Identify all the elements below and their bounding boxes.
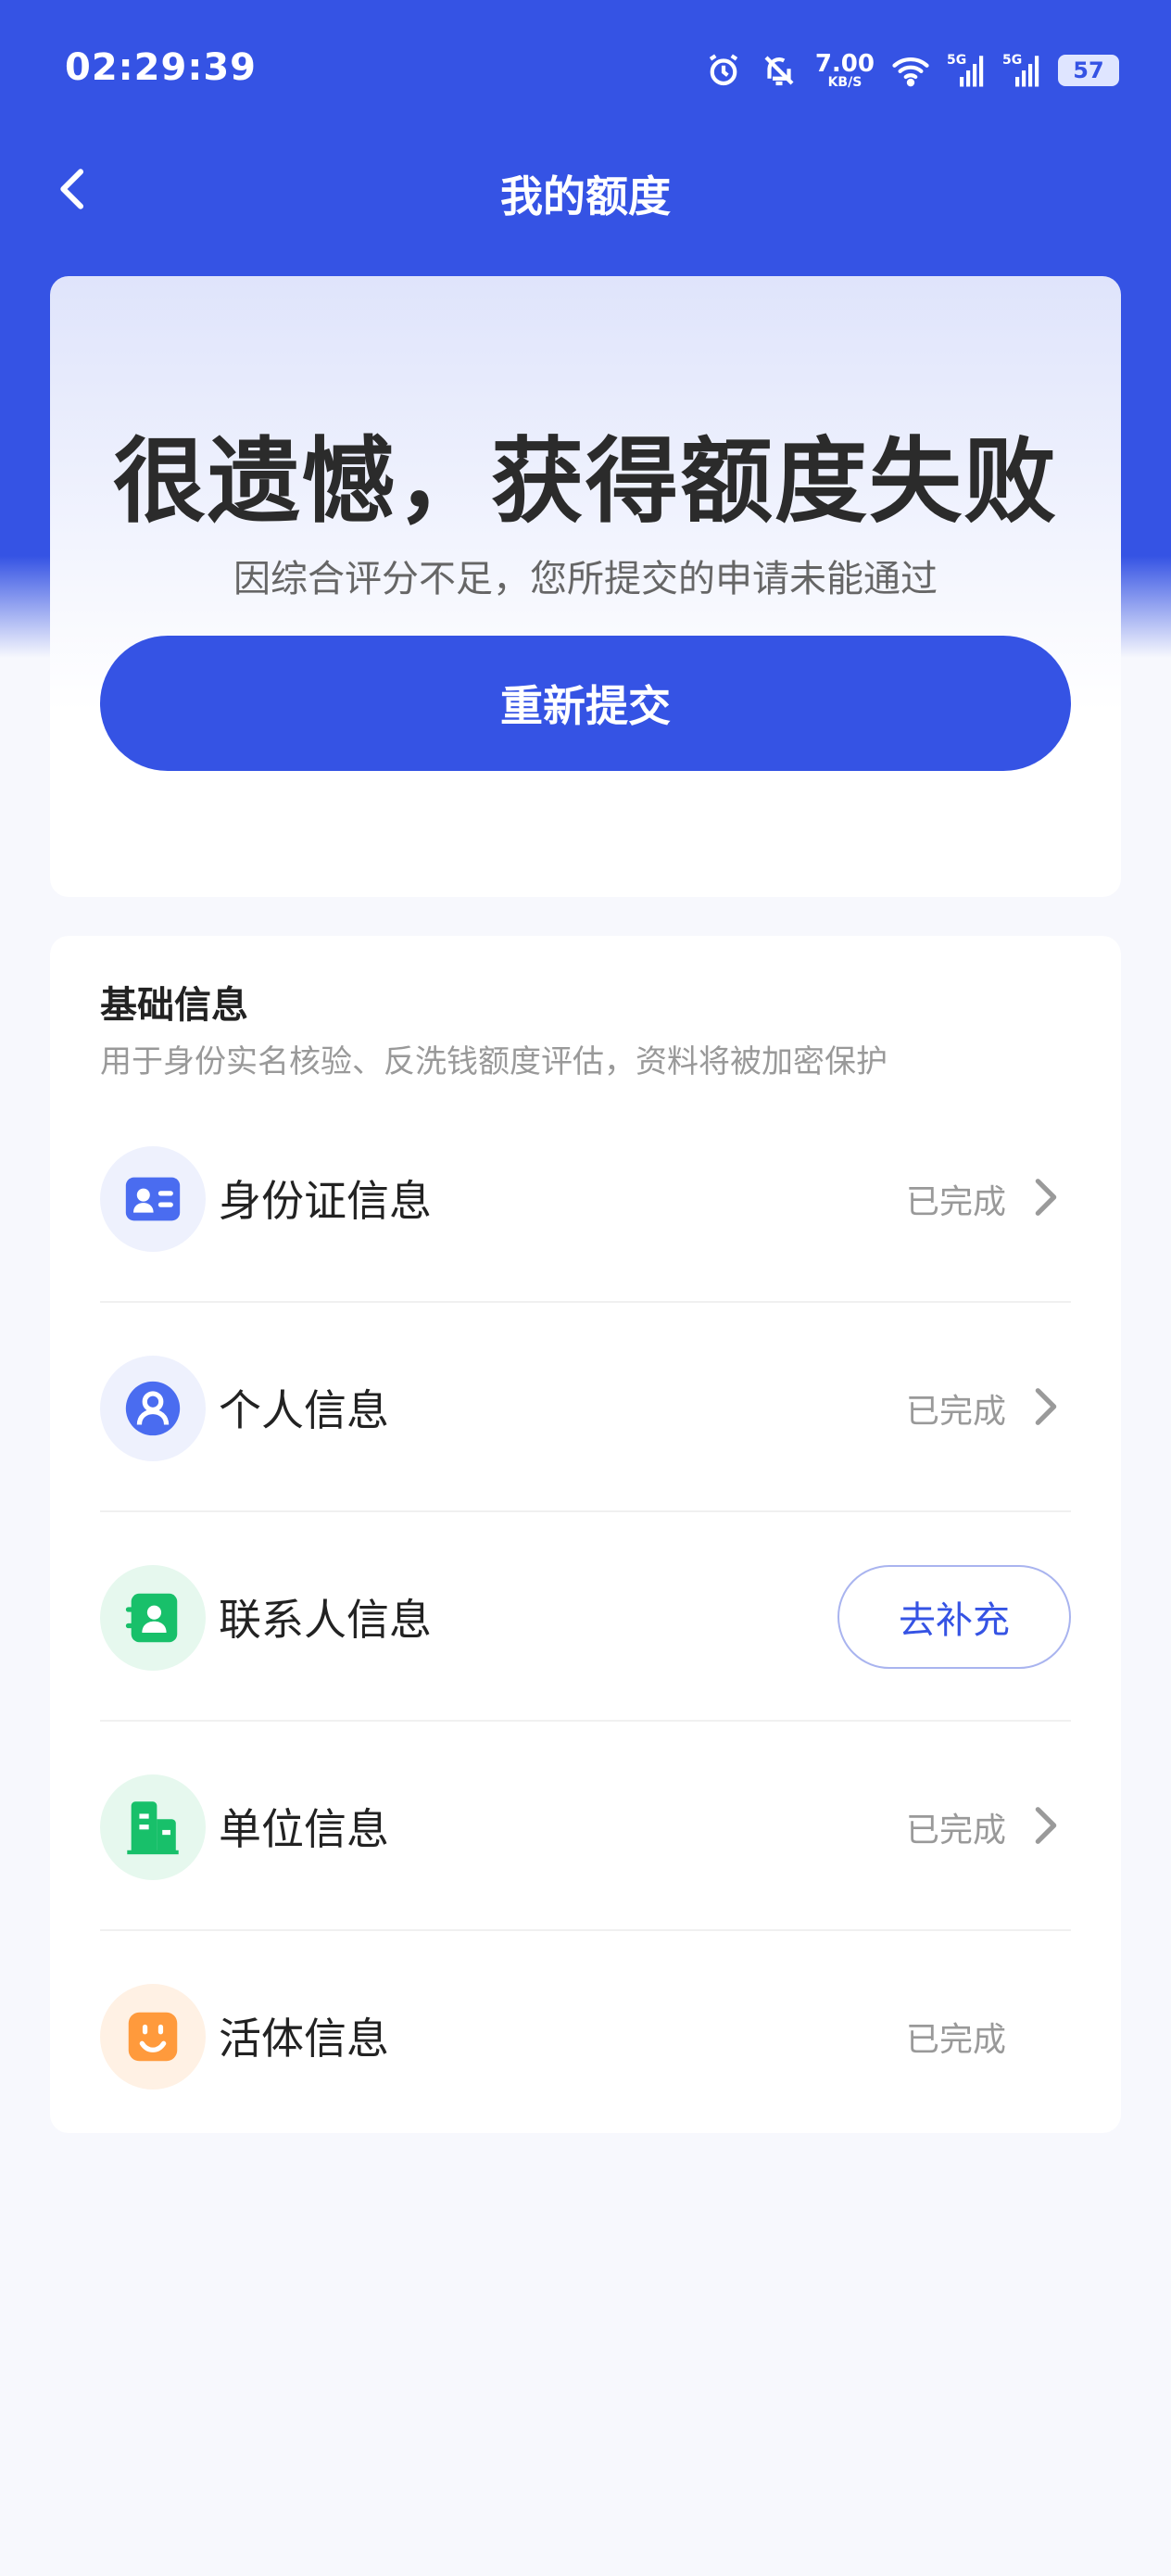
list-item-label: 个人信息 bbox=[219, 1385, 389, 1435]
signal-5g-icon: 5G bbox=[947, 53, 984, 87]
result-card: 很遗憾，获得额度失败 因综合评分不足，您所提交的申请未能通过 重新提交 bbox=[50, 276, 1121, 897]
list-item-label: 活体信息 bbox=[219, 2014, 389, 2064]
resubmit-button[interactable]: 重新提交 bbox=[100, 636, 1071, 771]
nav-bar: 我的额度 bbox=[0, 139, 1171, 246]
status-bar: 02:29:39 7.00 KB/S 5G 5G 57 bbox=[0, 0, 1171, 139]
list-item-label: 联系人信息 bbox=[219, 1595, 432, 1645]
list-item-employer[interactable]: 单位信息 已完成 bbox=[100, 1722, 1071, 1931]
signal-5g-icon: 5G bbox=[1002, 53, 1039, 87]
id-card-icon bbox=[100, 1146, 206, 1252]
svg-text:5G: 5G bbox=[947, 53, 966, 68]
contact-icon bbox=[100, 1565, 206, 1671]
status-text: 已完成 bbox=[905, 1812, 1006, 1850]
status-text: 已完成 bbox=[905, 2021, 1006, 2059]
status-text: 已完成 bbox=[905, 1393, 1006, 1431]
status-time: 02:29:39 bbox=[65, 46, 257, 89]
face-icon bbox=[100, 1984, 206, 2090]
chevron-right-icon bbox=[1035, 1807, 1057, 1844]
svg-text:5G: 5G bbox=[1002, 53, 1022, 68]
status-icons: 7.00 KB/S 5G 5G 57 bbox=[704, 46, 1119, 95]
list-item-label: 身份证信息 bbox=[219, 1176, 432, 1226]
alarm-icon bbox=[709, 54, 738, 86]
net-speed: 7.00 KB/S bbox=[814, 50, 875, 90]
list-item-label: 单位信息 bbox=[219, 1804, 389, 1854]
chevron-right-icon bbox=[1035, 1179, 1057, 1216]
list-item-id-card[interactable]: 身份证信息 已完成 bbox=[100, 1093, 1071, 1303]
section-description: 用于身份实名核验、反洗钱额度评估，资料将被加密保护 bbox=[100, 1043, 888, 1080]
building-icon bbox=[100, 1774, 206, 1880]
result-subtitle: 因综合评分不足，您所提交的申请未能通过 bbox=[233, 558, 938, 600]
result-title: 很遗憾，获得额度失败 bbox=[113, 427, 1058, 536]
status-text: 已完成 bbox=[905, 1183, 1006, 1221]
chevron-right-icon bbox=[1035, 1388, 1057, 1425]
list-item-personal[interactable]: 个人信息 已完成 bbox=[100, 1303, 1071, 1512]
supplement-button[interactable]: 去补充 bbox=[837, 1565, 1071, 1669]
section-title: 基础信息 bbox=[100, 984, 248, 1027]
page-title: 我的额度 bbox=[500, 171, 671, 221]
list-item-liveness[interactable]: 活体信息 已完成 bbox=[100, 1931, 1071, 2140]
battery-icon: 57 bbox=[1058, 55, 1119, 86]
basic-info-card: 基础信息 用于身份实名核验、反洗钱额度评估，资料将被加密保护 身份证信息 已完成 bbox=[50, 936, 1121, 2133]
wifi-icon bbox=[892, 57, 929, 87]
mute-icon bbox=[764, 56, 794, 86]
list-item-contacts[interactable]: 联系人信息 去补充 bbox=[100, 1512, 1071, 1722]
person-icon bbox=[100, 1356, 206, 1461]
